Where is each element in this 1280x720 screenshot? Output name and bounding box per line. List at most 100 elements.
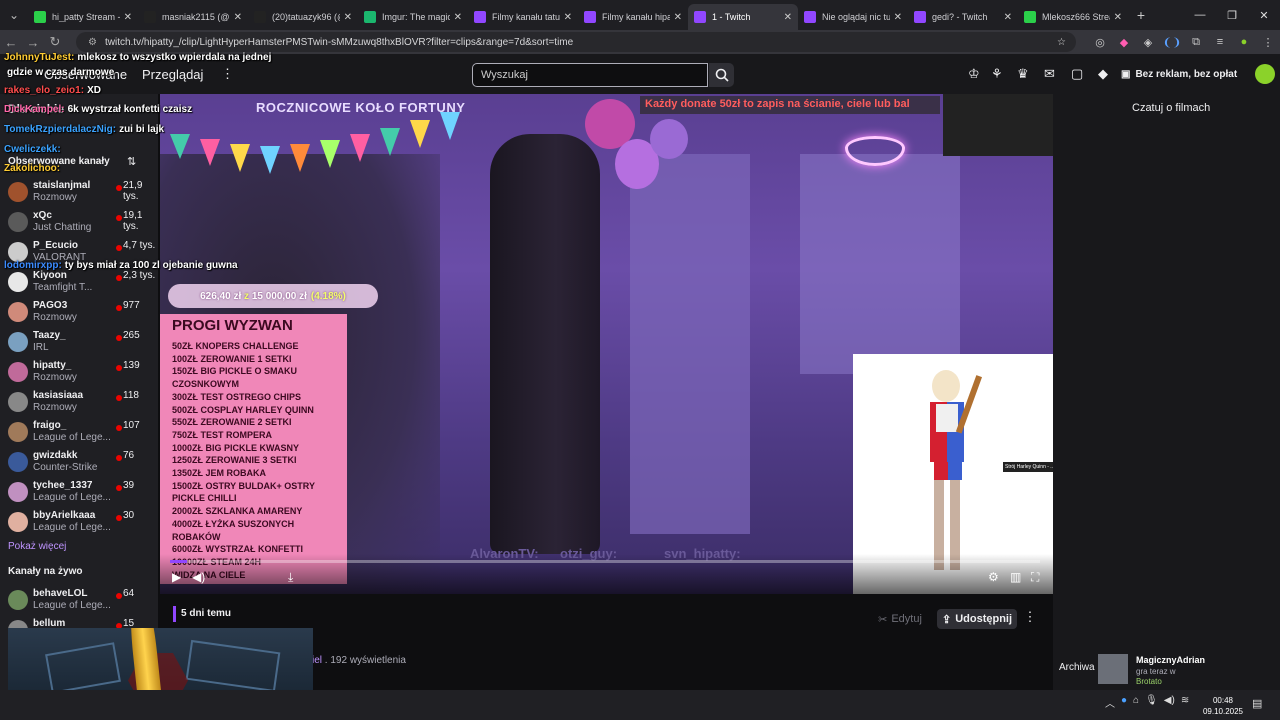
- sidebar-channel[interactable]: tychee_1337 League of Lege... 39: [0, 478, 158, 508]
- channel-name: hipatty_: [33, 360, 72, 371]
- theatre-mode-icon[interactable]: ▥: [1010, 570, 1021, 584]
- share-icon: ⇪: [941, 613, 952, 626]
- show-more-link[interactable]: Pokaż więcej: [8, 541, 66, 552]
- tab-close-icon[interactable]: ✕: [564, 12, 572, 23]
- bits-icon[interactable]: ◆: [1098, 66, 1108, 82]
- tab-title: gedi? - Twitch: [932, 12, 988, 22]
- browser-tab[interactable]: Imgur: The magic ✕: [358, 4, 468, 30]
- more-options-icon[interactable]: ⋮: [1023, 609, 1037, 629]
- sidebar-channel[interactable]: staislanjmal Rozmowy 21,9 tys.: [0, 178, 158, 208]
- nav-more-icon[interactable]: ⋮: [221, 66, 234, 82]
- new-tab-button[interactable]: +: [1128, 7, 1154, 23]
- chat-username[interactable]: Cweliczekk:: [4, 144, 61, 155]
- sidebar-channel[interactable]: xQc Just Chatting 19,1 tys.: [0, 208, 158, 238]
- extension-shield-icon[interactable]: ◆: [1112, 36, 1136, 49]
- browser-tab[interactable]: hi_patty Stream - ✕: [28, 4, 138, 30]
- tab-close-icon[interactable]: ✕: [454, 12, 462, 23]
- search-input[interactable]: Wyszukaj: [472, 63, 708, 87]
- bookmark-star-icon[interactable]: ☆: [1057, 37, 1066, 48]
- browser-tab[interactable]: Mlekosz666 Strea ✕: [1018, 4, 1128, 30]
- inbox-icon[interactable]: ✉: [1044, 66, 1055, 82]
- tab-close-icon[interactable]: ✕: [234, 12, 242, 23]
- browser-tab[interactable]: masniak2115 (@... ✕: [138, 4, 248, 30]
- sort-icon[interactable]: ⇅: [127, 155, 136, 168]
- notification-center-icon[interactable]: ▤: [1252, 697, 1262, 710]
- reload-icon[interactable]: ↻: [44, 34, 66, 50]
- restore-icon[interactable]: ❐: [1216, 9, 1248, 22]
- chat-username[interactable]: lodomirxpp:: [4, 260, 62, 271]
- tab-close-icon[interactable]: ✕: [674, 12, 682, 23]
- sidebar-channel[interactable]: kasiasiaaa Rozmowy 118: [0, 388, 158, 418]
- tray-network-icon[interactable]: ⌂: [1133, 695, 1139, 710]
- tab-close-icon[interactable]: ✕: [1114, 12, 1122, 23]
- extension-diamond-icon[interactable]: ◈: [1136, 36, 1160, 49]
- browser-tab[interactable]: 1 - Twitch ✕: [688, 4, 798, 30]
- chat-username[interactable]: DickKampel:: [4, 104, 65, 115]
- minimize-icon[interactable]: —: [1184, 9, 1216, 22]
- site-info-icon[interactable]: ⚙: [88, 37, 97, 48]
- settings-gear-icon[interactable]: ⚙: [988, 570, 999, 584]
- browser-tab[interactable]: Filmy kanału hipa ✕: [578, 4, 688, 30]
- extensions-icon[interactable]: ⚘: [991, 66, 1003, 82]
- channel-avatar: [8, 422, 28, 442]
- prime-icon[interactable]: ♛: [1017, 66, 1029, 82]
- browser-tab[interactable]: gedi? - Twitch ✕: [908, 4, 1018, 30]
- volume-icon[interactable]: ◀): [192, 570, 205, 584]
- chat-about-videos[interactable]: Czatuj o filmach: [1132, 102, 1210, 114]
- sidebar-channel[interactable]: Taazy_ IRL 265: [0, 328, 158, 358]
- search-button[interactable]: [709, 63, 734, 87]
- tab-close-icon[interactable]: ✕: [344, 12, 352, 23]
- channel-link[interactable]: iel: [312, 655, 322, 666]
- whispers-icon[interactable]: ▢: [1071, 66, 1083, 82]
- tab-list-icon[interactable]: ⌄: [0, 0, 28, 30]
- tab-close-icon[interactable]: ✕: [894, 12, 902, 23]
- url-field[interactable]: ⚙ twitch.tv/hipatty_/clip/LightHyperHams…: [76, 32, 1076, 52]
- tab-close-icon[interactable]: ✕: [1004, 12, 1012, 23]
- tray-chevron-icon[interactable]: ︿: [1105, 695, 1115, 710]
- edit-button[interactable]: ✂ Edytuj: [870, 609, 930, 629]
- tray-volume-icon[interactable]: ◀): [1164, 695, 1175, 710]
- sidebar-channel[interactable]: gwizdakk Counter-Strike 76: [0, 448, 158, 478]
- sidebar-channel[interactable]: fraigo_ League of Lege... 107: [0, 418, 158, 448]
- download-icon[interactable]: ⤓: [288, 570, 293, 585]
- forward-icon[interactable]: →: [22, 35, 44, 50]
- play-icon[interactable]: ▶: [172, 570, 181, 584]
- extensions-puzzle-icon[interactable]: ⧉: [1184, 36, 1208, 49]
- reading-list-icon[interactable]: ≡: [1208, 36, 1232, 48]
- sidebar-channel[interactable]: bbyArielkaaa League of Lege... 30: [0, 508, 158, 538]
- chat-username[interactable]: TomekRzpierdalaczNig:: [4, 124, 116, 135]
- crown-icon[interactable]: ♔: [968, 66, 980, 82]
- live-notification[interactable]: MagicznyAdrian gra teraz w Brotato: [1098, 654, 1238, 688]
- menu-kebab-icon[interactable]: ⋮: [1256, 36, 1280, 49]
- tray-mic-icon[interactable]: 🎙: [1145, 695, 1158, 710]
- live-dot-icon: [116, 275, 122, 281]
- no-ads-button[interactable]: ▣ Bez reklam, bez opłat: [1121, 64, 1237, 84]
- sidebar-channel[interactable]: Kiyoon Teamfight T... 2,3 tys.: [0, 268, 158, 298]
- extension-c-icon[interactable]: ❨❩: [1160, 36, 1184, 49]
- tray-wifi-icon[interactable]: ≋: [1181, 695, 1189, 710]
- video-player[interactable]: ROCZNICOWE KOŁO FORTUNY Każdy donate 50z…: [160, 94, 1053, 594]
- chat-username[interactable]: JohnnyTuJest:: [4, 52, 74, 63]
- tab-favicon-icon: [804, 11, 816, 23]
- browser-tab[interactable]: (20)tatuazyk96 (@ ✕: [248, 4, 358, 30]
- back-icon[interactable]: ←: [0, 35, 22, 50]
- sidebar-channel[interactable]: hipatty_ Rozmowy 139: [0, 358, 158, 388]
- fullscreen-icon[interactable]: ⛶: [1031, 570, 1039, 585]
- seek-bar[interactable]: [170, 560, 1040, 563]
- share-button[interactable]: ⇪ Udostępnij: [937, 609, 1017, 629]
- chat-username[interactable]: rakes_elo_zeio1:: [4, 85, 84, 96]
- tray-app-icon[interactable]: ●: [1121, 695, 1127, 710]
- tab-close-icon[interactable]: ✕: [784, 12, 792, 23]
- user-avatar[interactable]: [1255, 64, 1275, 84]
- sidebar-channel[interactable]: behaveLOL League of Lege... 64: [0, 586, 158, 616]
- tab-close-icon[interactable]: ✕: [124, 12, 132, 23]
- browser-tab[interactable]: Nie oglądaj nic tu ✕: [798, 4, 908, 30]
- profile-icon[interactable]: ●: [1232, 36, 1256, 48]
- browser-tab[interactable]: Filmy kanału tatu ✕: [468, 4, 578, 30]
- chat-username[interactable]: Zakolichoo:: [4, 163, 60, 174]
- extension-icon[interactable]: ◎: [1088, 36, 1112, 49]
- taskbar-clock[interactable]: 00:48 09.10.2025: [1200, 695, 1246, 717]
- sidebar-channel[interactable]: PAGO3 Rozmowy 977: [0, 298, 158, 328]
- nav-browse[interactable]: Przeglądaj: [142, 67, 203, 82]
- close-window-icon[interactable]: ✕: [1248, 9, 1280, 22]
